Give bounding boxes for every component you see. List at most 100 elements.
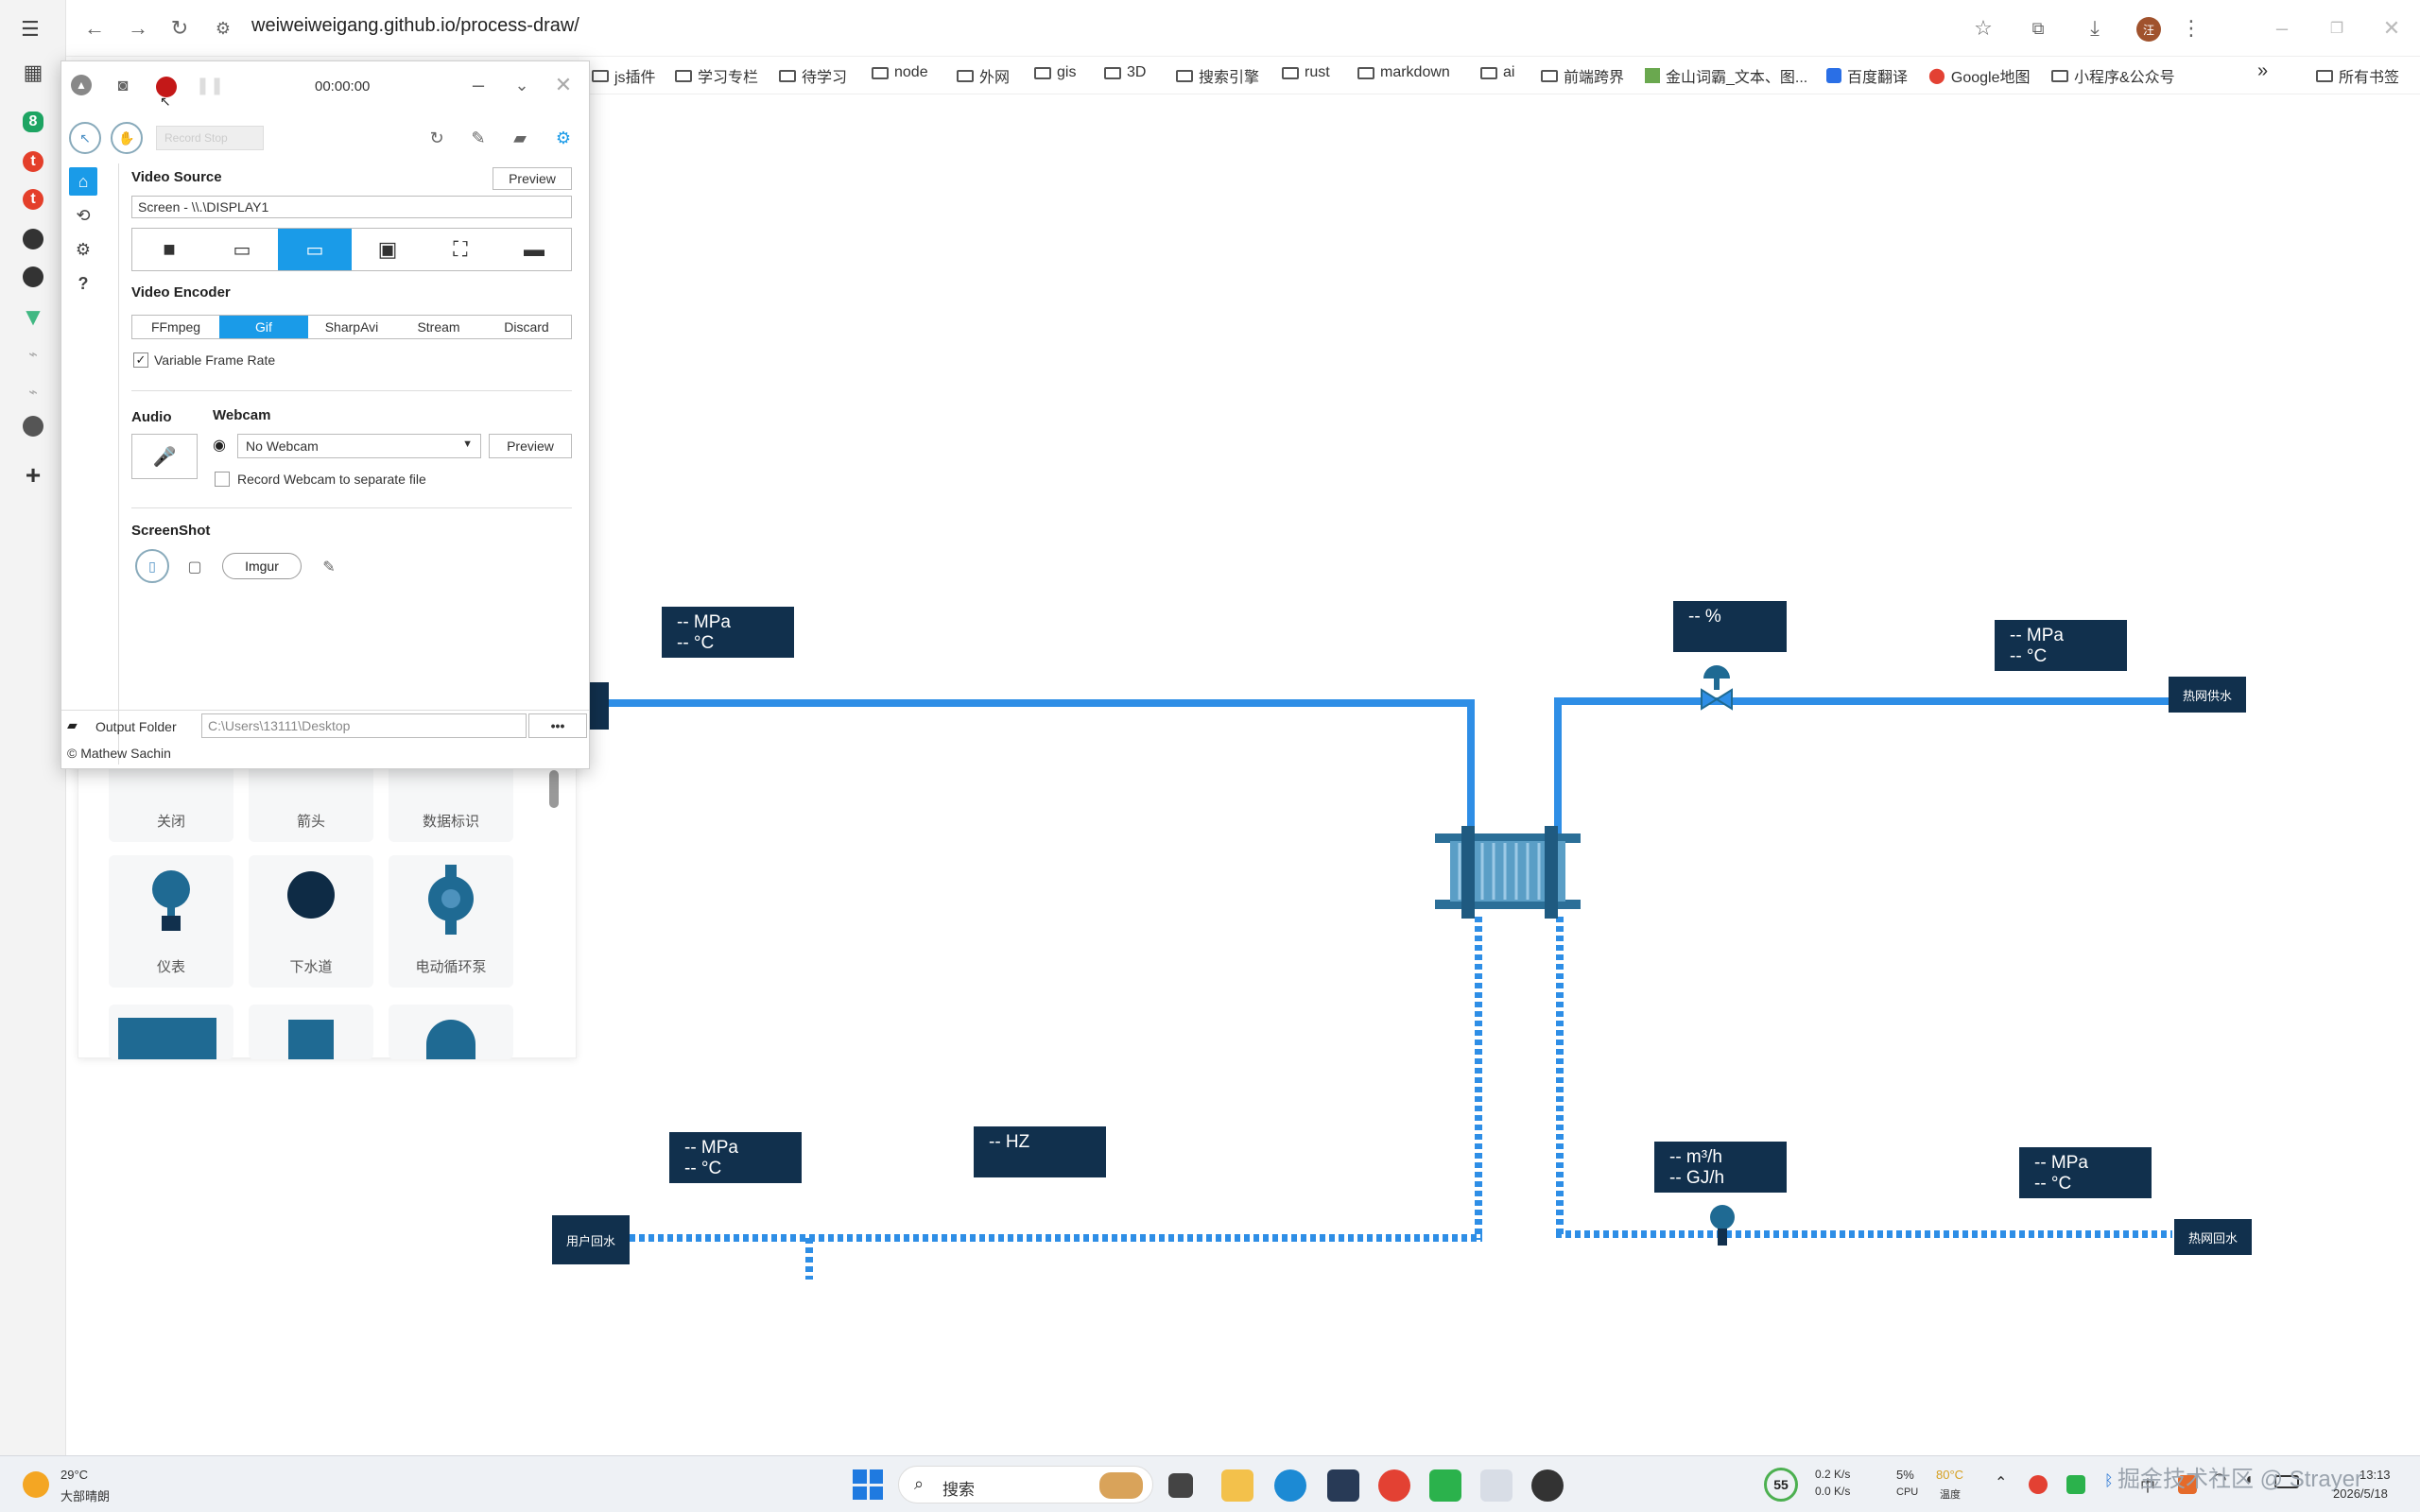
restore-icon[interactable]: ❐ xyxy=(2322,13,2352,43)
pressure-temp-meter-2[interactable]: -- MPa -- °C xyxy=(1995,620,2127,671)
webcam-select[interactable]: No Webcam ▼ xyxy=(237,434,481,458)
file-explorer-icon[interactable] xyxy=(1221,1469,1253,1502)
close-icon[interactable]: ✕ xyxy=(551,73,576,97)
supply-pipe-left[interactable] xyxy=(586,699,1475,707)
user-return-pipe[interactable] xyxy=(630,1234,1482,1242)
tray-expand-icon[interactable]: ⌃ xyxy=(1995,1473,2007,1492)
bookmark-item[interactable]: markdown xyxy=(1357,64,1450,81)
bookmark-item[interactable]: 外网 xyxy=(957,64,1010,87)
url-text[interactable]: weiweiweigang.github.io/process-draw/ xyxy=(251,15,579,37)
forward-icon[interactable]: → xyxy=(123,13,153,43)
user-return-label[interactable]: 用户回水 xyxy=(552,1215,630,1264)
back-icon[interactable]: ← xyxy=(79,13,110,43)
bookmark-item[interactable]: gis xyxy=(1034,64,1076,81)
imgur-button[interactable]: Imgur xyxy=(222,553,302,579)
palette-tile-arrow[interactable]: 箭头 xyxy=(249,757,373,842)
history-icon[interactable]: ⟲ xyxy=(69,201,97,230)
clock-date[interactable]: 2026/5/18 xyxy=(2333,1486,2388,1501)
palette-tile-tank[interactable] xyxy=(249,1005,373,1059)
pen-icon[interactable]: ✎ xyxy=(466,126,491,150)
bookmark-item[interactable]: 学习专栏 xyxy=(675,64,758,87)
add-icon[interactable]: + xyxy=(19,460,47,490)
bookmark-item[interactable]: ai xyxy=(1480,64,1514,81)
weather-icon[interactable] xyxy=(23,1471,49,1498)
palette-tile-pump-2[interactable] xyxy=(389,1005,513,1059)
assistant-app-icon[interactable] xyxy=(23,229,43,249)
extensions-icon[interactable]: ⧉ xyxy=(2023,13,2053,43)
control-valve-icon[interactable] xyxy=(1698,663,1736,713)
bookmark-item[interactable]: 待学习 xyxy=(779,64,847,87)
screen-source-icon[interactable]: ▭ xyxy=(278,229,352,270)
vfr-checkbox[interactable]: ✓ xyxy=(133,352,148,368)
minimize-icon[interactable]: – xyxy=(2267,13,2297,43)
site-info-icon[interactable]: ⚙ xyxy=(208,13,238,43)
menu-dots-icon[interactable]: ⋮ xyxy=(2176,13,2206,43)
pin-icon-2[interactable]: ⌁ xyxy=(19,378,47,406)
palette-scrollbar[interactable] xyxy=(549,770,559,808)
pressure-temp-meter-3[interactable]: -- MPa -- °C xyxy=(669,1132,802,1183)
return-branch-pipe[interactable] xyxy=(805,1238,813,1280)
encoder-discard[interactable]: Discard xyxy=(482,316,571,338)
app-icon[interactable] xyxy=(1327,1469,1359,1502)
collapse-icon[interactable]: ▲ xyxy=(71,75,92,95)
chrome-icon[interactable] xyxy=(1378,1469,1410,1502)
help-icon[interactable]: ? xyxy=(69,269,97,298)
save-to-file-icon[interactable]: ▯ xyxy=(135,549,169,583)
output-folder-path[interactable]: C:\Users\13111\Desktop xyxy=(201,713,527,738)
clock-time[interactable]: 13:13 xyxy=(2360,1468,2391,1482)
encoder-stream[interactable]: Stream xyxy=(395,316,482,338)
pause-icon[interactable]: ❚❚ xyxy=(196,73,224,97)
minimize-icon[interactable]: – xyxy=(466,73,491,97)
browse-folder-button[interactable]: ••• xyxy=(528,713,587,738)
sheets-app-icon[interactable]: 8 xyxy=(23,112,43,132)
palette-tile-close[interactable]: 关闭 xyxy=(109,757,233,842)
palette-tile-pump[interactable]: 电动循环泵 xyxy=(389,855,513,988)
vue-icon[interactable]: ▼ xyxy=(19,302,47,331)
region-source-icon[interactable]: ▭ xyxy=(206,229,278,270)
edge-icon[interactable] xyxy=(1274,1469,1306,1502)
bookmark-item[interactable]: 金山词霸_文本、图... xyxy=(1645,64,1807,87)
profile-avatar[interactable]: 汪 xyxy=(2136,17,2161,42)
webcam-preview-button[interactable]: Preview xyxy=(489,434,572,458)
bookmark-item[interactable]: ⬤ Google地图 xyxy=(1928,64,2031,87)
cursor-toggle-icon[interactable]: ↖ xyxy=(69,122,101,154)
star-icon[interactable]: ☆ xyxy=(1968,13,1998,43)
net-return-pipe[interactable] xyxy=(1556,1230,2172,1238)
net-supply-label[interactable]: 热网供水 xyxy=(2169,677,2246,713)
net-return-label[interactable]: 热网回水 xyxy=(2174,1219,2252,1255)
tab-app-icon-2[interactable]: t xyxy=(23,189,43,210)
camera-icon[interactable]: ◙ xyxy=(111,73,135,97)
click-toggle-icon[interactable]: ✋ xyxy=(111,122,143,154)
source-value-field[interactable]: Screen - \\.\DISPLAY1 xyxy=(131,196,572,218)
close-window-icon[interactable]: ✕ xyxy=(2377,13,2407,43)
bookmark-item[interactable]: 搜索引擎 xyxy=(1176,64,1259,87)
wechat-icon[interactable] xyxy=(1429,1469,1461,1502)
bookmark-item[interactable]: node xyxy=(872,64,928,81)
task-view-icon[interactable] xyxy=(1168,1473,1193,1498)
cpu-gauge[interactable]: 55 xyxy=(1764,1468,1798,1502)
clipboard-icon[interactable]: ▢ xyxy=(182,555,207,579)
bookmark-item[interactable]: 前端跨界 xyxy=(1541,64,1624,87)
microphone-icon[interactable]: 🎤 xyxy=(131,434,198,479)
flow-meter-icon[interactable] xyxy=(1705,1204,1739,1247)
taskbar-search-box[interactable]: ⌕ 搜索 xyxy=(898,1466,1153,1503)
home-icon[interactable]: ⌂ xyxy=(69,167,97,196)
bookmark-item[interactable]: js插件 xyxy=(592,64,656,87)
all-bookmarks-button[interactable]: 所有书签 xyxy=(2316,64,2399,87)
palette-tile-motor[interactable] xyxy=(109,1005,233,1059)
bluetooth-icon[interactable]: ᛒ xyxy=(2104,1473,2114,1490)
download-icon[interactable]: ⤓ xyxy=(2080,13,2110,43)
pin-icon[interactable]: ⌁ xyxy=(19,340,47,369)
window-source-icon[interactable]: ▣ xyxy=(352,229,424,270)
bookmark-item[interactable]: rust xyxy=(1282,64,1330,81)
return-pipe-vertical-left[interactable] xyxy=(1475,917,1482,1240)
bookmark-item[interactable]: 3D xyxy=(1104,64,1146,81)
bookmark-item[interactable]: 百度翻译 xyxy=(1826,64,1908,87)
return-pipe-vertical-right[interactable] xyxy=(1556,917,1564,1234)
bookmark-item[interactable]: 小程序&公众号 xyxy=(2051,64,2175,87)
pressure-temp-meter-4[interactable]: -- MPa -- °C xyxy=(2019,1147,2152,1198)
flow-heat-meter[interactable]: -- m³/h -- GJ/h xyxy=(1654,1142,1787,1193)
plate-heat-exchanger[interactable] xyxy=(1427,820,1588,924)
keystroke-overlay[interactable]: Record Stop xyxy=(156,126,264,150)
encoder-sharpavi[interactable]: SharpAvi xyxy=(308,316,395,338)
